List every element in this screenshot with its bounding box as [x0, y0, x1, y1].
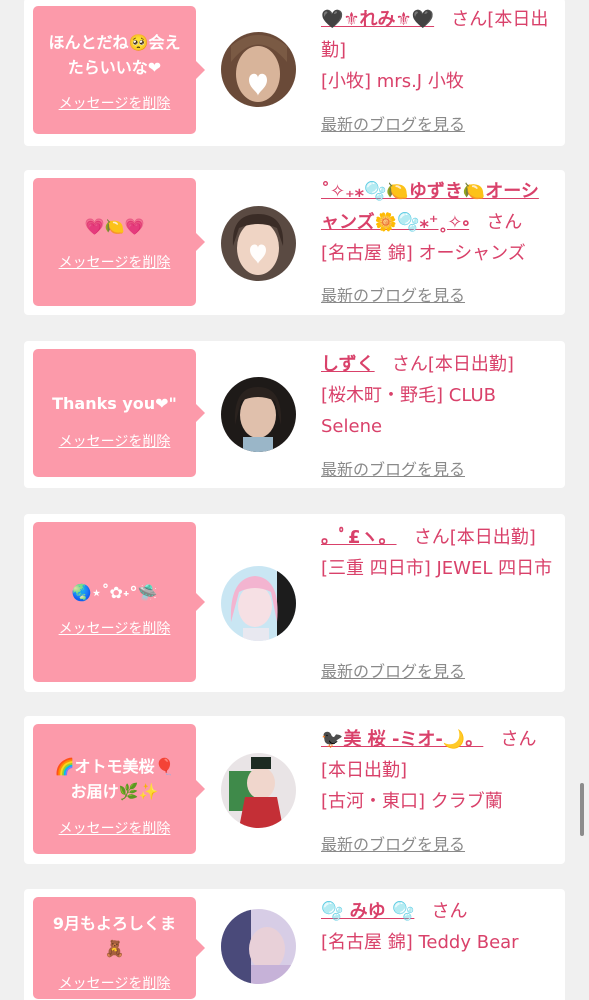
message-card: 🌏⋆˚✿˖°🛸 メッセージを削除 。ﾟ£ヽ。 さん[本日出勤] [三重 四日市]…: [24, 514, 565, 692]
message-text: Thanks you❤": [39, 391, 190, 416]
message-line: 🌏⋆˚✿˖°🛸: [71, 583, 158, 602]
message-bubble: Thanks you❤" メッセージを削除: [33, 349, 205, 477]
message-text: 9月もよろしくま 🧸: [39, 911, 190, 961]
message-line: 🌈オトモ美桜🎈: [54, 757, 175, 776]
delete-message-link[interactable]: メッセージを削除: [33, 818, 196, 838]
honorific: さん: [500, 729, 537, 750]
cast-name-link[interactable]: しずく: [321, 354, 375, 375]
cast-message-list: ほんとだね🥺会え たらいいな❤ メッセージを削除 🖤⚜れみ⚜🖤 さん[本日出勤]…: [0, 0, 589, 1000]
attendance-status: [本日出勤]: [449, 527, 536, 548]
avatar-image: [221, 377, 296, 452]
message-line: たらいいな❤: [67, 58, 162, 77]
message-card: 🌈オトモ美桜🎈 お届け🌿✨ メッセージを削除 🐦‍⬛美 桜 -ミオ-🌙。 さん […: [24, 716, 565, 864]
latest-blog-link[interactable]: 最新のブログを見る: [321, 658, 465, 682]
message-line: お届け🌿✨: [70, 782, 159, 801]
avatar[interactable]: [221, 566, 296, 641]
delete-message-link[interactable]: メッセージを削除: [33, 431, 196, 451]
message-line: ほんとだね🥺会え: [48, 33, 181, 52]
latest-blog-link[interactable]: 最新のブログを見る: [321, 111, 465, 135]
honorific: さん: [391, 354, 428, 375]
latest-blog-link[interactable]: 最新のブログを見る: [321, 456, 465, 480]
message-line: 💗🍋💗: [84, 217, 145, 236]
shop-name: [名古屋 錦] オーシャンズ: [321, 243, 526, 264]
message-card: Thanks you❤" メッセージを削除 しずく さん[本日出勤] [桜木町・…: [24, 341, 565, 488]
message-line: 9月もよろしくま: [52, 914, 177, 933]
message-line: 🧸: [104, 939, 125, 958]
shop-name: [名古屋 錦] Teddy Bear: [321, 932, 519, 953]
cast-name-link[interactable]: 。ﾟ£ヽ。: [321, 527, 397, 548]
message-card: 9月もよろしくま 🧸 メッセージを削除 🫧 みゆ 🫧 さん [名古屋 錦] Te…: [24, 889, 565, 1000]
avatar-image: [221, 753, 296, 828]
honorific: さん: [451, 9, 488, 30]
cast-info: 🐦‍⬛美 桜 -ミオ-🌙。 さん [本日出勤] [古河・東口] クラブ蘭: [321, 724, 553, 817]
message-card: ほんとだね🥺会え たらいいな❤ メッセージを削除 🖤⚜れみ⚜🖤 さん[本日出勤]…: [24, 0, 565, 146]
delete-message-link[interactable]: メッセージを削除: [33, 93, 196, 113]
delete-message-link[interactable]: メッセージを削除: [33, 252, 196, 272]
cast-name-link[interactable]: 🫧 みゆ 🫧: [321, 901, 414, 922]
cast-name-link[interactable]: 🖤⚜れみ⚜🖤: [321, 9, 434, 30]
delete-message-link[interactable]: メッセージを削除: [33, 618, 196, 638]
message-bubble: 💗🍋💗 メッセージを削除: [33, 178, 205, 306]
cast-info: 🫧 みゆ 🫧 さん [名古屋 錦] Teddy Bear: [321, 896, 553, 958]
cast-info: ˚✧₊⁎🫧🍋ゆずき🍋オーシャンズ🌼🫧⁎⁺˳✧༚ さん [名古屋 錦] オーシャン…: [321, 176, 553, 269]
shop-name: [桜木町・野毛] CLUB Selene: [321, 385, 496, 437]
message-text: ほんとだね🥺会え たらいいな❤: [39, 30, 190, 80]
message-bubble: ほんとだね🥺会え たらいいな❤ メッセージを削除: [33, 6, 205, 134]
avatar-image: [221, 206, 296, 281]
message-bubble: 🌈オトモ美桜🎈 お届け🌿✨ メッセージを削除: [33, 724, 205, 854]
scrollbar-thumb[interactable]: [580, 783, 584, 836]
honorific: さん: [431, 901, 468, 922]
avatar-image: [221, 32, 296, 107]
avatar[interactable]: [221, 206, 296, 281]
cast-info: 🖤⚜れみ⚜🖤 さん[本日出勤] [小牧] mrs.J 小牧: [321, 4, 553, 97]
honorific: さん: [486, 212, 523, 233]
avatar[interactable]: [221, 909, 296, 984]
message-text: 🌏⋆˚✿˖°🛸: [39, 580, 190, 605]
avatar-image: [221, 566, 296, 641]
attendance-status: [本日出勤]: [321, 760, 408, 781]
avatar-image: [221, 909, 296, 984]
cast-info: 。ﾟ£ヽ。 さん[本日出勤] [三重 四日市] JEWEL 四日市: [321, 522, 553, 584]
message-line: Thanks you❤": [52, 394, 177, 413]
delete-message-link[interactable]: メッセージを削除: [33, 973, 196, 993]
cast-name-link[interactable]: 🐦‍⬛美 桜 -ミオ-🌙。: [321, 729, 483, 750]
latest-blog-link[interactable]: 最新のブログを見る: [321, 282, 465, 306]
message-card: 💗🍋💗 メッセージを削除 ˚✧₊⁎🫧🍋ゆずき🍋オーシャンズ🌼🫧⁎⁺˳✧༚ さん …: [24, 170, 565, 315]
avatar[interactable]: [221, 32, 296, 107]
shop-name: [小牧] mrs.J 小牧: [321, 71, 464, 92]
avatar[interactable]: [221, 377, 296, 452]
message-text: 💗🍋💗: [39, 214, 190, 239]
avatar[interactable]: [221, 753, 296, 828]
message-bubble: 9月もよろしくま 🧸 メッセージを削除: [33, 897, 205, 999]
message-text: 🌈オトモ美桜🎈 お届け🌿✨: [39, 754, 190, 804]
latest-blog-link[interactable]: 最新のブログを見る: [321, 831, 465, 855]
honorific: さん: [413, 527, 450, 548]
shop-name: [三重 四日市] JEWEL 四日市: [321, 558, 553, 579]
cast-info: しずく さん[本日出勤] [桜木町・野毛] CLUB Selene: [321, 349, 553, 442]
shop-name: [古河・東口] クラブ蘭: [321, 791, 503, 812]
attendance-status: [本日出勤]: [427, 354, 514, 375]
message-bubble: 🌏⋆˚✿˖°🛸 メッセージを削除: [33, 522, 205, 682]
